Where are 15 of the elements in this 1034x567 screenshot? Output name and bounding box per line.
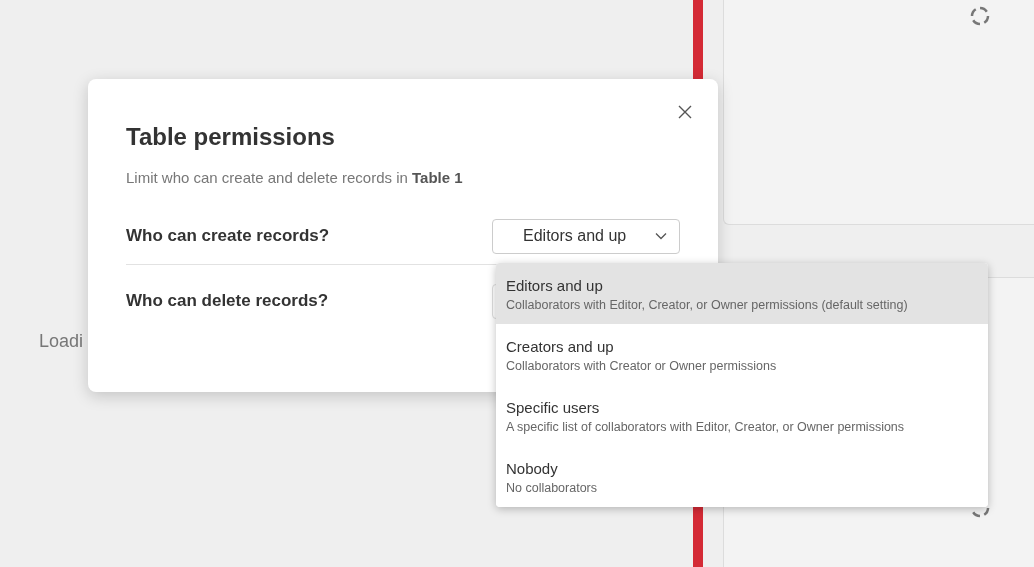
- permission-label: Who can create records?: [126, 226, 330, 246]
- dialog-title: Table permissions: [126, 123, 336, 151]
- dialog-subtitle: Limit who can create and delete records in Table 1: [126, 169, 464, 186]
- close-icon: [678, 105, 692, 119]
- chevron-icon: [655, 232, 667, 240]
- loading-text: Loadi: [39, 331, 84, 352]
- menu-option[interactable]: Creators and up Collaborators with Creator or Owner permissions: [496, 324, 988, 385]
- menu-option[interactable]: Specific users A specific list of collaborators with Editor, Creator, or Owner permissions: [496, 385, 988, 446]
- spinner-icon: [970, 508, 990, 518]
- menu-option[interactable]: Editors and up Collaborators with Editor, Creator, or Owner permissions (default setting): [496, 263, 988, 324]
- permission-label: Who can delete records?: [126, 291, 329, 311]
- close-button[interactable]: [676, 103, 694, 121]
- menu-option[interactable]: Nobody No collaborators: [496, 446, 988, 507]
- permission-select[interactable]: Editors and up: [492, 218, 680, 254]
- spinner-icon: [970, 6, 990, 26]
